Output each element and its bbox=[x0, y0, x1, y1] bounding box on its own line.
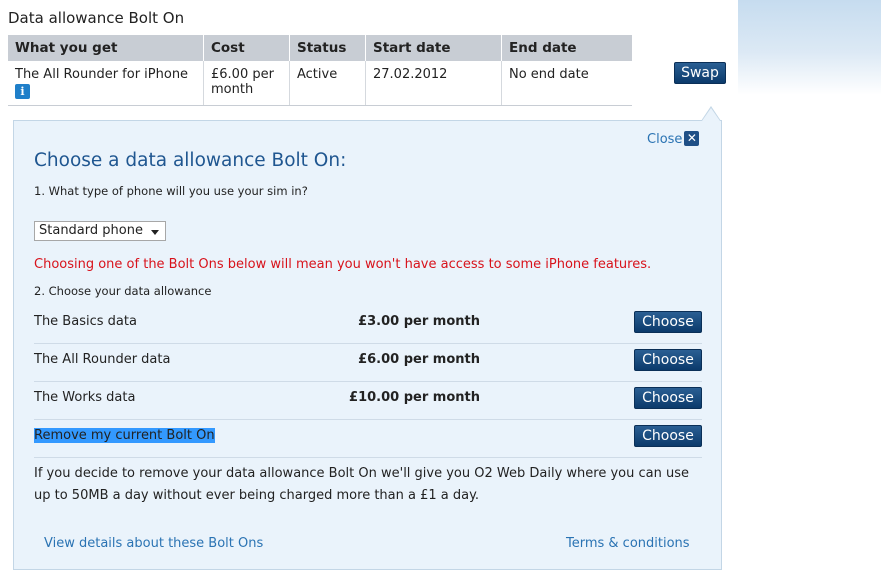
phone-type-value: Standard phone bbox=[39, 223, 143, 238]
column-header-start: Start date bbox=[365, 35, 502, 61]
step-2-label: 2. Choose your data allowance bbox=[34, 284, 212, 298]
option-price: £10.00 per month bbox=[349, 390, 480, 405]
column-header-cost: Cost bbox=[203, 35, 290, 61]
side-banner-gradient bbox=[738, 0, 881, 95]
choose-basics-button[interactable]: Choose bbox=[634, 311, 702, 333]
swap-button[interactable]: Swap bbox=[674, 62, 726, 84]
chevron-down-icon bbox=[151, 230, 159, 235]
view-details-link[interactable]: View details about these Bolt Ons bbox=[44, 536, 263, 551]
cell-what: The All Rounder for iPhone i bbox=[8, 61, 204, 106]
cell-start-date: 27.02.2012 bbox=[365, 61, 502, 106]
choose-remove-button[interactable]: Choose bbox=[634, 425, 702, 447]
iphone-warning-message: Choosing one of the Bolt Ons below will … bbox=[34, 257, 652, 272]
phone-type-select[interactable]: Standard phone bbox=[34, 221, 166, 241]
choose-works-button[interactable]: Choose bbox=[634, 387, 702, 409]
section-title: Data allowance Bolt On bbox=[8, 9, 185, 27]
panel-heading: Choose a data allowance Bolt On: bbox=[34, 150, 347, 171]
list-item: The All Rounder data £6.00 per month Cho… bbox=[34, 344, 702, 382]
table-header-row: What you get Cost Status Start date End … bbox=[8, 35, 632, 61]
column-header-end: End date bbox=[501, 35, 632, 61]
column-header-what: What you get bbox=[8, 35, 204, 61]
option-label: The Works data bbox=[34, 390, 136, 405]
info-icon[interactable]: i bbox=[15, 84, 30, 99]
option-label: The All Rounder data bbox=[34, 352, 171, 367]
option-price: £3.00 per month bbox=[358, 314, 480, 329]
option-price: £6.00 per month bbox=[358, 352, 480, 367]
list-item: Remove my current Bolt On Choose bbox=[34, 420, 702, 458]
close-label: Close bbox=[647, 132, 683, 147]
close-button[interactable]: Close ✕ bbox=[647, 131, 700, 148]
cell-end-date: No end date bbox=[501, 61, 632, 106]
cell-cost: £6.00 per month bbox=[203, 61, 290, 106]
panel-pointer-fill bbox=[702, 108, 720, 121]
remove-bolton-label: Remove my current Bolt On bbox=[34, 428, 215, 443]
list-item: The Works data £10.00 per month Choose bbox=[34, 382, 702, 420]
column-header-status: Status bbox=[289, 35, 366, 61]
terms-link[interactable]: Terms & conditions bbox=[566, 536, 690, 551]
list-item: The Basics data £3.00 per month Choose bbox=[34, 306, 702, 344]
remove-info-text: If you decide to remove your data allowa… bbox=[34, 466, 689, 503]
bolton-name: The All Rounder for iPhone bbox=[15, 67, 189, 82]
cell-status: Active bbox=[289, 61, 366, 106]
step-1-question: 1. What type of phone will you use your … bbox=[34, 184, 308, 198]
option-label: The Basics data bbox=[34, 314, 137, 329]
choose-all-rounder-button[interactable]: Choose bbox=[634, 349, 702, 371]
table-row: The All Rounder for iPhone i £6.00 per m… bbox=[8, 61, 632, 106]
close-icon: ✕ bbox=[684, 131, 700, 146]
current-bolton-table: What you get Cost Status Start date End … bbox=[8, 35, 632, 106]
